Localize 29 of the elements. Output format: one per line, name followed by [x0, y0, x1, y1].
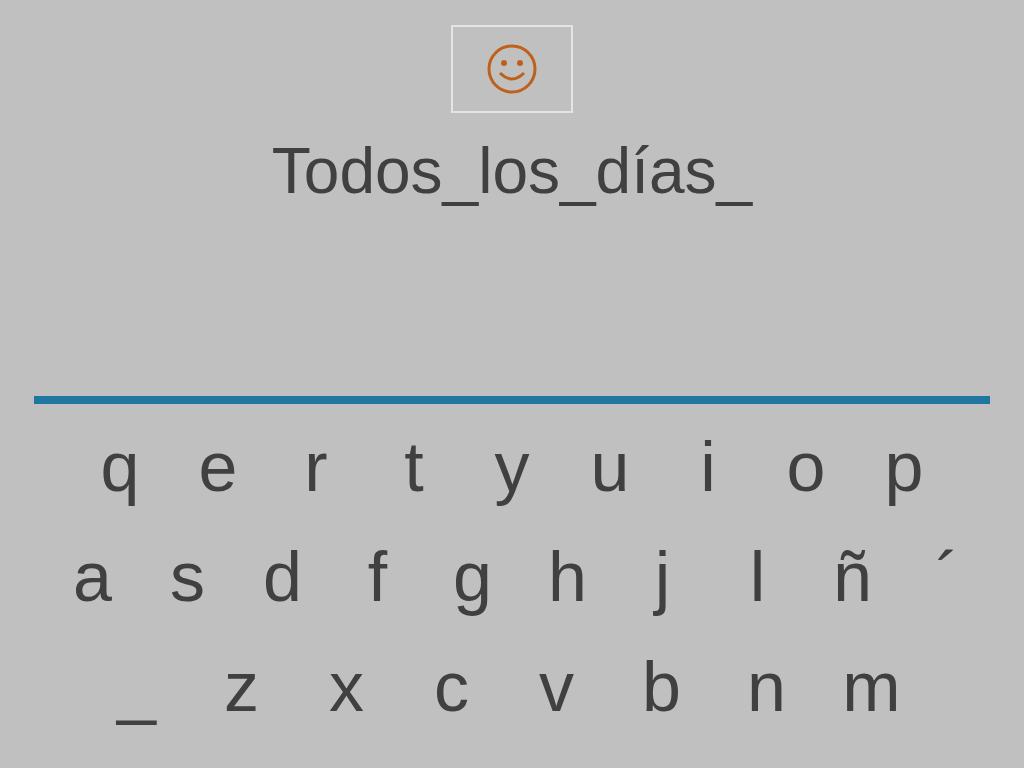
key[interactable]: ´ — [900, 536, 995, 618]
key[interactable]: h — [520, 536, 615, 618]
key[interactable]: o — [757, 426, 855, 508]
key[interactable]: m — [819, 646, 924, 728]
key[interactable]: _ — [84, 646, 189, 728]
key[interactable]: i — [659, 426, 757, 508]
key[interactable]: x — [294, 646, 399, 728]
key[interactable]: e — [169, 426, 267, 508]
key[interactable]: a — [45, 536, 140, 618]
key[interactable]: t — [365, 426, 463, 508]
key[interactable]: z — [189, 646, 294, 728]
key[interactable]: j — [615, 536, 710, 618]
key[interactable]: d — [235, 536, 330, 618]
key[interactable]: c — [399, 646, 504, 728]
key[interactable]: y — [463, 426, 561, 508]
key[interactable]: q — [71, 426, 169, 508]
key[interactable]: ñ — [805, 536, 900, 618]
key[interactable]: b — [609, 646, 714, 728]
key[interactable]: p — [855, 426, 953, 508]
key[interactable]: u — [561, 426, 659, 508]
key[interactable]: r — [267, 426, 365, 508]
key[interactable]: f — [330, 536, 425, 618]
key[interactable]: n — [714, 646, 819, 728]
key[interactable]: v — [504, 646, 609, 728]
smiley-icon — [486, 43, 538, 95]
answer-text: Todos_los_días_ — [271, 139, 753, 209]
key[interactable]: s — [140, 536, 235, 618]
key[interactable]: g — [425, 536, 520, 618]
key[interactable]: l — [710, 536, 805, 618]
